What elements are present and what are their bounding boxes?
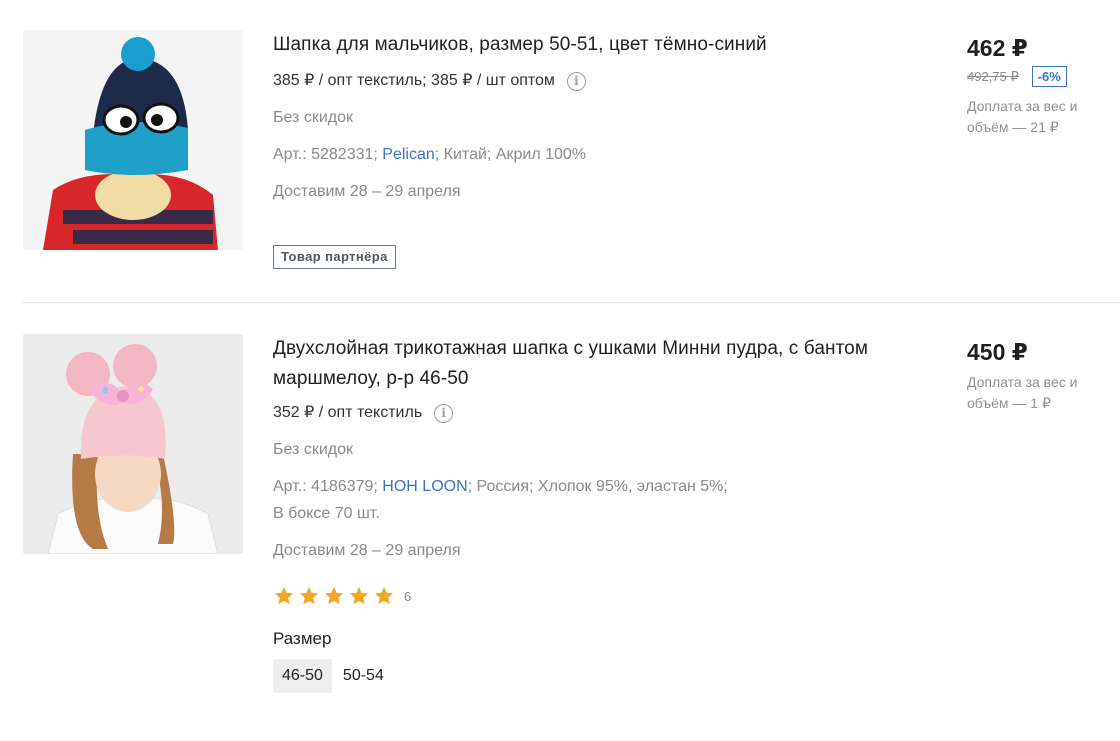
size-option[interactable]: 46-50 <box>273 659 332 693</box>
brand-link[interactable]: HOH LOON <box>382 478 467 495</box>
rating-count: 6 <box>404 588 412 604</box>
price-box: 450 ₽ Доплата за вес и объём — 1 ₽ <box>967 337 1117 414</box>
discount-note: Без скидок <box>273 109 353 126</box>
wholesale-price: 352 ₽ / опт текстиль i <box>273 402 893 424</box>
partner-badge: Товар партнёра <box>273 245 396 269</box>
product-info: Двухслойная трикотажная шапка с ушками М… <box>273 334 893 693</box>
product-info: Шапка для мальчиков, размер 50-51, цвет … <box>273 30 893 269</box>
divider <box>22 302 1120 303</box>
delivery-date: Доставим 28 – 29 апреля <box>273 542 461 559</box>
wholesale-text: 385 ₽ / опт текстиль; 385 ₽ / шт оптом <box>273 72 555 89</box>
article-details: ; Китай; Акрил 100% <box>434 146 587 163</box>
delivery-date: Доставим 28 – 29 апреля <box>273 183 461 200</box>
product-card: Шапка для мальчиков, размер 50-51, цвет … <box>0 0 1120 303</box>
star-icon <box>274 586 294 605</box>
info-icon[interactable]: i <box>566 71 586 91</box>
brand-link[interactable]: Pelican <box>382 146 434 163</box>
product-image[interactable] <box>23 30 243 250</box>
article-line: Арт.: 4186379; HOH LOON; Россия; Хлопок … <box>273 476 893 498</box>
price: 450 ₽ <box>967 339 1028 365</box>
article-number: Арт.: 4186379; <box>273 478 383 495</box>
surcharge-note: Доплата за вес и объём — 1 ₽ <box>967 374 1078 411</box>
article-details: ; Россия; Хлопок 95%, эластан 5%; <box>467 478 728 495</box>
price: 462 ₽ <box>967 35 1028 61</box>
wholesale-text: 352 ₽ / опт текстиль <box>273 404 423 421</box>
surcharge-note: Доплата за вес и объём — 21 ₽ <box>967 98 1078 135</box>
star-icon <box>324 586 344 605</box>
product-title[interactable]: Шапка для мальчиков, размер 50-51, цвет … <box>273 30 893 60</box>
article-number: Арт.: 5282331; <box>273 146 383 163</box>
box-quantity: В боксе 70 шт. <box>273 505 380 522</box>
kids-hat-photo-icon <box>23 30 243 250</box>
product-image[interactable] <box>23 334 243 554</box>
star-icon <box>349 586 369 605</box>
minnie-hat-photo-icon <box>23 334 243 554</box>
size-label: Размер <box>273 629 332 648</box>
old-price: 492,75 ₽ <box>967 68 1019 84</box>
wholesale-price: 385 ₽ / опт текстиль; 385 ₽ / шт оптом i <box>273 70 893 92</box>
size-selector: 46-50 50-54 <box>273 659 893 693</box>
product-title[interactable]: Двухслойная трикотажная шапка с ушками М… <box>273 334 873 394</box>
product-card: Двухслойная трикотажная шапка с ушками М… <box>0 304 1120 741</box>
old-price-row: 492,75 ₽ -6% <box>967 66 1117 87</box>
rating[interactable]: 6 <box>273 585 893 607</box>
star-icon <box>299 586 319 605</box>
discount-note: Без скидок <box>273 441 353 458</box>
price-box: 462 ₽ 492,75 ₽ -6% Доплата за вес и объё… <box>967 33 1117 138</box>
info-icon[interactable]: i <box>434 403 454 423</box>
discount-badge: -6% <box>1031 66 1067 87</box>
star-icon <box>374 586 394 605</box>
size-option[interactable]: 50-54 <box>334 659 393 693</box>
article-line: Арт.: 5282331; Pelican; Китай; Акрил 100… <box>273 144 893 166</box>
